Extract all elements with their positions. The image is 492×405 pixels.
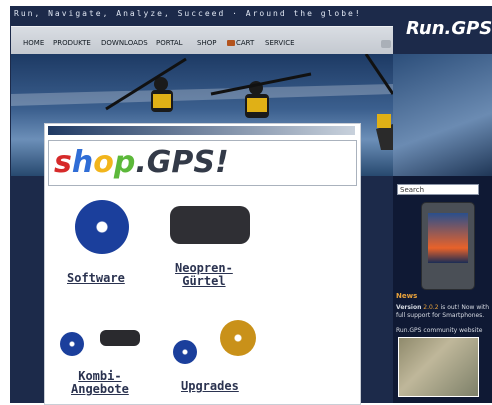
main-nav: HOME PRODUKTE DOWNLOADS PORTAL SHOP CART… bbox=[11, 26, 393, 55]
site-logo[interactable]: Run.GPS! bbox=[398, 10, 492, 50]
community-link[interactable]: Run.GPS community website bbox=[396, 327, 490, 334]
nav-service[interactable]: SERVICE bbox=[265, 39, 295, 47]
site-logo-text: Run.GPS! bbox=[406, 18, 492, 39]
news-text: Version 2.0.2 is out! Now with full supp… bbox=[396, 304, 490, 319]
product-kombi-angebote[interactable]: Kombi- Angebote bbox=[71, 370, 129, 396]
kombi-cd-icon[interactable] bbox=[60, 332, 84, 356]
upgrade-gold-cd-icon[interactable] bbox=[220, 320, 256, 356]
lock-icon bbox=[381, 40, 391, 48]
software-cd-icon[interactable] bbox=[75, 200, 129, 254]
community-map-thumbnail[interactable] bbox=[398, 337, 479, 397]
shop-logo: shop.GPS! bbox=[48, 140, 357, 186]
site-tagline: Run, Navigate, Analyze, Succeed · Around… bbox=[14, 9, 362, 18]
nav-portal[interactable]: PORTAL bbox=[156, 39, 183, 47]
nav-shop[interactable]: SHOP bbox=[197, 39, 216, 47]
shop-logo-text: shop.GPS! bbox=[54, 145, 229, 180]
upgrade-small-cd-icon[interactable] bbox=[173, 340, 197, 364]
product-neopren-guertel[interactable]: Neopren- Gürtel bbox=[175, 262, 233, 288]
sidebar-photo bbox=[393, 54, 492, 176]
shop-panel: shop.GPS! Software Neopren- Gürtel Kombi-… bbox=[44, 123, 361, 405]
cart-icon bbox=[227, 40, 235, 46]
kombi-belt-image[interactable] bbox=[100, 330, 140, 346]
pda-image bbox=[421, 202, 475, 290]
belt-image[interactable] bbox=[170, 206, 250, 244]
product-upgrades[interactable]: Upgrades bbox=[181, 380, 239, 393]
product-software[interactable]: Software bbox=[67, 272, 125, 285]
nav-cart-label: CART bbox=[236, 39, 255, 47]
news-heading: News bbox=[396, 292, 418, 300]
panel-header-bar bbox=[48, 126, 355, 135]
nav-downloads[interactable]: DOWNLOADS bbox=[101, 39, 148, 47]
nav-produkte[interactable]: PRODUKTE bbox=[53, 39, 91, 47]
nav-cart[interactable]: CART bbox=[227, 39, 254, 47]
nav-home[interactable]: HOME bbox=[23, 39, 44, 47]
search-input[interactable]: Search bbox=[397, 184, 479, 195]
